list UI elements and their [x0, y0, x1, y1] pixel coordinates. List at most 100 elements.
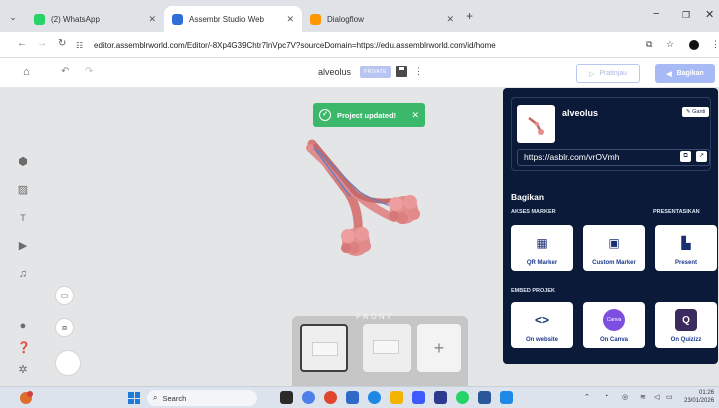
task-view-icon[interactable]: [280, 391, 293, 404]
tray-chevron-icon[interactable]: ⌃: [584, 393, 590, 401]
open-link-icon[interactable]: ↗: [696, 151, 707, 162]
browser-tab-assemblr[interactable]: Assembr Studio Web ✕: [164, 6, 302, 32]
joystick-button[interactable]: [55, 350, 81, 376]
option-label: On Canva: [599, 337, 628, 343]
tab-search-icon[interactable]: ⌄: [6, 10, 20, 24]
present-section-label: PRESENTASIKAN: [653, 209, 700, 215]
option-label: On Quizizz: [670, 337, 702, 343]
home-icon[interactable]: ⌂: [23, 66, 30, 78]
whatsapp-taskbar-icon[interactable]: [456, 391, 469, 404]
minimize-icon[interactable]: −: [653, 8, 659, 20]
redo-icon[interactable]: ↷: [85, 66, 93, 77]
crop-icon: ⧈: [61, 322, 68, 332]
word-icon[interactable]: [478, 391, 491, 404]
volume-icon[interactable]: ◁: [654, 393, 659, 401]
install-icon[interactable]: ⧉: [646, 39, 652, 50]
camera-view-button[interactable]: ▭: [55, 286, 74, 305]
copy-icon[interactable]: ⧉: [680, 151, 691, 162]
change-button[interactable]: ✎ Ganti: [682, 107, 710, 117]
custom-marker-option[interactable]: ▣ Custom Marker: [583, 225, 645, 271]
tab-title: Assembr Studio Web: [189, 14, 264, 24]
copilot-icon[interactable]: [302, 391, 315, 404]
wifi-icon[interactable]: ≋: [640, 393, 646, 401]
pencil-icon: ✎: [686, 109, 691, 115]
battery-icon[interactable]: ▭: [666, 393, 673, 401]
project-title[interactable]: alveolus: [318, 67, 351, 77]
close-icon[interactable]: ✕: [148, 14, 156, 25]
file-explorer-icon[interactable]: [390, 391, 403, 404]
present-option[interactable]: ▙ Present: [655, 225, 717, 271]
browser-tab-whatsapp[interactable]: (2) WhatsApp ✕: [26, 6, 164, 32]
image-icon[interactable]: ▨: [17, 184, 29, 196]
browser-menu-icon[interactable]: ⋮: [711, 39, 719, 50]
scene-card-1[interactable]: ⋮: [300, 324, 348, 372]
back-icon[interactable]: ←: [17, 38, 27, 49]
scene-card-2[interactable]: [363, 324, 411, 372]
share-button[interactable]: ◀ Bagikan: [655, 64, 715, 83]
animate-icon[interactable]: [434, 391, 447, 404]
marker-access-label: AKSES MARKER: [511, 209, 556, 215]
browser-tab-dialogflow[interactable]: Dialogflow ✕: [302, 6, 462, 32]
clock-date: 23/01/2026: [684, 398, 715, 404]
taskbar-search[interactable]: ⌕ Search: [147, 390, 257, 406]
taskbar-clock[interactable]: 01:26 23/01/2026: [684, 389, 714, 405]
store-icon[interactable]: [412, 391, 425, 404]
image-marker-icon: ▣: [608, 236, 620, 250]
change-label: Ganti: [692, 109, 706, 115]
profile-avatar[interactable]: [689, 40, 699, 50]
new-tab-button[interactable]: +: [466, 9, 473, 23]
reload-icon[interactable]: ↻: [58, 38, 66, 49]
privacy-badge[interactable]: PRIVATE: [360, 66, 391, 78]
close-window-icon[interactable]: ✕: [705, 8, 714, 21]
forward-icon[interactable]: →: [37, 38, 47, 49]
tray-app-icon[interactable]: ◔: [604, 393, 608, 400]
weather-widget-icon[interactable]: [18, 390, 34, 406]
app-icon[interactable]: [346, 391, 359, 404]
presentation-icon: ▙: [681, 236, 691, 250]
send-icon: ◀: [666, 70, 672, 78]
clock-time: 01:26: [699, 390, 715, 396]
share-project-name: alveolus: [562, 108, 599, 118]
embed-project-label: EMBED PROJEK: [511, 288, 556, 294]
share-label: Bagikan: [676, 70, 704, 77]
video-icon[interactable]: ▶: [17, 240, 29, 252]
screenshot-button[interactable]: ⧈: [55, 318, 74, 337]
add-scene-button[interactable]: +: [417, 324, 461, 372]
save-icon[interactable]: [396, 66, 407, 77]
close-icon[interactable]: ✕: [286, 14, 294, 25]
site-settings-icon[interactable]: ☷: [76, 41, 88, 50]
preview-button[interactable]: ▷ Pratinjau: [576, 64, 640, 83]
windows-taskbar: ⌕ Search ⌃ ◔ ◎ ≋ ◁ ▭ 01:26 23/01/2026: [0, 386, 719, 408]
interaction-icon[interactable]: ●: [17, 320, 29, 332]
settings-gear-icon[interactable]: ✲: [17, 364, 29, 376]
close-icon[interactable]: ✕: [446, 14, 454, 25]
help-icon[interactable]: ❓: [17, 342, 31, 354]
chrome-icon[interactable]: [324, 391, 337, 404]
alveolus-3d-model[interactable]: [290, 138, 440, 268]
share-section-title: Bagikan: [511, 192, 545, 202]
tray-app-icon[interactable]: ◎: [622, 393, 628, 401]
edge-icon[interactable]: [368, 391, 381, 404]
embed-quizizz-option[interactable]: Q On Quizizz: [655, 302, 717, 348]
app-icon[interactable]: [500, 391, 513, 404]
bookmark-star-icon[interactable]: ☆: [666, 39, 674, 50]
embed-website-option[interactable]: <> On website: [511, 302, 573, 348]
url-field[interactable]: ☷ editor.assemblrworld.com/Editor/-8Xp4G…: [76, 36, 686, 54]
undo-icon[interactable]: ↶: [61, 66, 69, 77]
scene-options-icon[interactable]: ⋮: [336, 330, 343, 338]
qr-marker-option[interactable]: ▦ QR Marker: [511, 225, 573, 271]
code-icon: <>: [534, 313, 549, 327]
more-options-icon[interactable]: ⋮: [414, 66, 423, 77]
dialogflow-icon: [310, 13, 321, 25]
share-panel: alveolus ✎ Ganti https://asblr.com/vrOVm…: [503, 88, 718, 364]
windows-start-icon[interactable]: [128, 392, 140, 404]
audio-icon[interactable]: ♫: [17, 268, 29, 280]
url-text: editor.assemblrworld.com/Editor/-8Xp4G39…: [94, 40, 496, 50]
restore-icon[interactable]: ❐: [682, 10, 690, 21]
close-icon[interactable]: ✕: [411, 110, 419, 121]
3d-object-icon[interactable]: ⬢: [17, 156, 29, 168]
text-icon[interactable]: T: [17, 212, 29, 224]
browser-tab-strip: ⌄ (2) WhatsApp ✕ Assembr Studio Web ✕ Di…: [0, 0, 719, 32]
editor-toolbar: ⌂ ↶ ↷ alveolus PRIVATE ⋮ ▷ Pratinjau ◀ B…: [0, 58, 719, 88]
embed-canva-option[interactable]: Canva On Canva: [583, 302, 645, 348]
